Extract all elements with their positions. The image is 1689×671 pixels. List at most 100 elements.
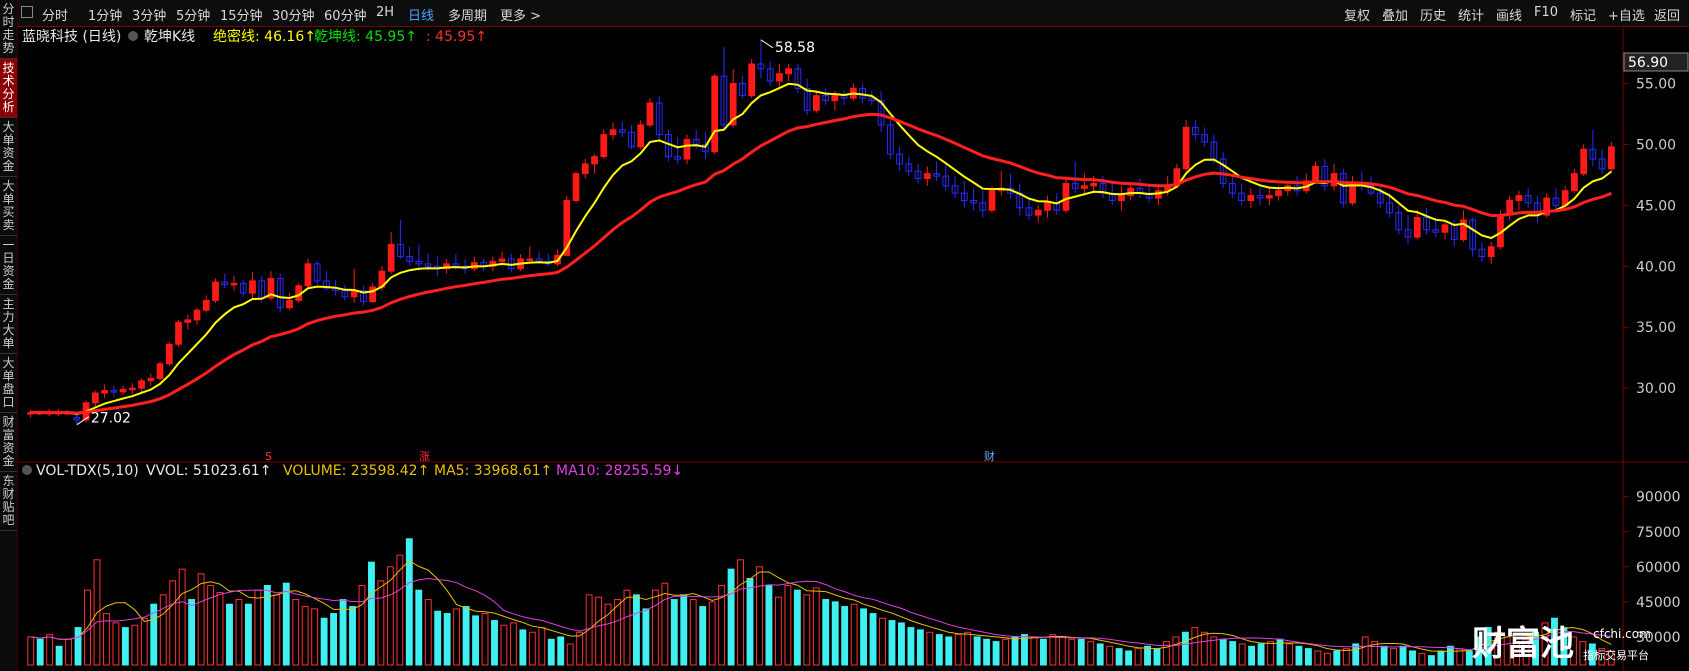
candle-body [1118, 195, 1125, 201]
candle-body [175, 321, 182, 345]
sidebar: 分时走势 技术分析 大单资金 大单买卖 一日资金 主力大单 大单盘口 财富资金 东财贴吧 [0, 0, 18, 671]
volume-bar [935, 634, 943, 666]
toolbar-button-2[interactable]: 历史 [1420, 5, 1446, 24]
toolbar-button-4[interactable]: 画线 [1496, 5, 1522, 24]
period-tab-3[interactable]: 5分钟 [176, 5, 210, 24]
volume-bar [860, 608, 868, 666]
toolbar-button-0[interactable]: 复权 [1344, 5, 1370, 24]
volume-bar [898, 622, 905, 666]
toolbar-button-1[interactable]: 叠加 [1382, 5, 1408, 24]
volume-bar [557, 636, 565, 666]
sidebar-item-3[interactable]: 大单买卖 [0, 177, 17, 236]
sidebar-item-5[interactable]: 主力大单 [0, 295, 17, 354]
period-tab-9[interactable]: 多周期 [448, 5, 487, 24]
vol-tick-label: 60000 [1636, 560, 1681, 576]
sidebar-item-0[interactable]: 分时走势 [0, 0, 17, 59]
sidebar-item-2[interactable]: 大单资金 [0, 118, 17, 177]
candle-body [988, 190, 996, 211]
volume-bar [330, 613, 338, 666]
volume-bar [121, 627, 129, 666]
candle-body [1127, 187, 1135, 197]
period-tab-1[interactable]: 1分钟 [88, 5, 122, 24]
candle-body [1081, 185, 1088, 189]
high-label: 58.58 [775, 40, 815, 56]
volume-bar [405, 538, 413, 666]
candle-body [572, 173, 580, 201]
volume-bar [1219, 638, 1227, 666]
dropdown-icon[interactable] [128, 31, 138, 41]
vol-vvol: VVOL: 51023.61↑ [146, 463, 271, 479]
price-badge: 56.90 [1623, 52, 1689, 72]
period-tab-8[interactable]: 日线 [408, 5, 434, 24]
sidebar-item-8[interactable]: 东财贴吧 [0, 472, 17, 531]
sidebar-item-6[interactable]: 大单盘口 [0, 354, 17, 413]
toolbar-button-6[interactable]: 标记 [1570, 5, 1596, 24]
volume-bar [1446, 645, 1454, 666]
period-tab-2[interactable]: 3分钟 [132, 5, 166, 24]
period-tab-5[interactable]: 30分钟 [272, 5, 315, 24]
candle-body [91, 392, 99, 404]
volume-bar [1096, 643, 1104, 666]
period-tab-6[interactable]: 60分钟 [324, 5, 367, 24]
volume-bar [1125, 650, 1133, 666]
volume-bar [1257, 643, 1265, 666]
toolbar-button-7[interactable]: +自选 [1608, 5, 1645, 24]
volume-bar [1011, 636, 1019, 666]
period-tab-0[interactable]: 分时 [42, 5, 68, 24]
volume-bar [547, 638, 555, 666]
volume-bar [992, 641, 1000, 666]
price-tick-label: 35.00 [1636, 320, 1676, 336]
candle-body [1580, 148, 1588, 175]
candle-body [776, 73, 783, 82]
candle-body [1571, 173, 1578, 192]
period-tab-7[interactable]: 2H [376, 5, 394, 20]
volume-bar [907, 627, 915, 666]
sidebar-item-1[interactable]: 技术分析 [0, 59, 17, 118]
price-tick-label: 40.00 [1636, 259, 1676, 275]
volume-bar [1437, 650, 1445, 666]
volume-bar [793, 589, 801, 666]
price-tick-label: 50.00 [1636, 137, 1676, 153]
volume-bar [472, 615, 479, 666]
toolbar-button-8[interactable]: 返回 [1654, 5, 1680, 24]
candle-body [286, 299, 293, 309]
candle-body [147, 377, 155, 382]
volume-bar [1380, 645, 1388, 666]
toolbar-button-3[interactable]: 统计 [1458, 5, 1484, 24]
volume-bar [226, 603, 233, 666]
vol-dropdown-icon[interactable] [22, 465, 32, 475]
candle-body [212, 281, 219, 301]
legend-jueimixian: 绝密线: 46.16↑ [213, 28, 316, 45]
toolbar-button-5[interactable]: F10 [1534, 5, 1558, 20]
candle-body [923, 173, 931, 180]
volume-bar [1333, 650, 1341, 666]
candle-body [581, 163, 589, 175]
volume-bar [633, 594, 640, 666]
candle-body [1312, 165, 1319, 182]
volume-bar [822, 599, 830, 666]
volume-bar [368, 561, 375, 666]
sidebar-item-4[interactable]: 一日资金 [0, 236, 17, 295]
volume-bar [519, 629, 527, 666]
watermark-tagline: 指标交易平台 [1583, 648, 1649, 662]
period-tab-10[interactable]: 更多 > [500, 5, 541, 24]
candle-body [526, 258, 534, 261]
collapse-icon[interactable] [21, 6, 33, 18]
vol-tick-label: 75000 [1636, 525, 1681, 541]
period-tab-4[interactable]: 15分钟 [220, 5, 263, 24]
volume-bar [945, 636, 953, 666]
candle-body [304, 263, 312, 287]
watermark-url: cfchi.com [1593, 627, 1651, 641]
sidebar-item-7[interactable]: 财富资金 [0, 413, 17, 472]
kline-chart[interactable]: 蓝晓科技 (日线) 乾坤K线 绝密线: 46.16↑ 乾坤线: 45.95↑ :… [18, 27, 1689, 671]
volume-bar [1409, 650, 1416, 666]
candle-body [128, 387, 136, 391]
legend-line3: : 45.95↑ [426, 29, 487, 45]
price-badge-value: 56.90 [1628, 55, 1668, 71]
marker-s: S [265, 450, 272, 463]
volume-bar [1144, 645, 1151, 666]
candle-body [184, 319, 192, 323]
candle-body [813, 95, 820, 111]
candle-body [230, 282, 238, 286]
candle-body [1062, 182, 1070, 211]
